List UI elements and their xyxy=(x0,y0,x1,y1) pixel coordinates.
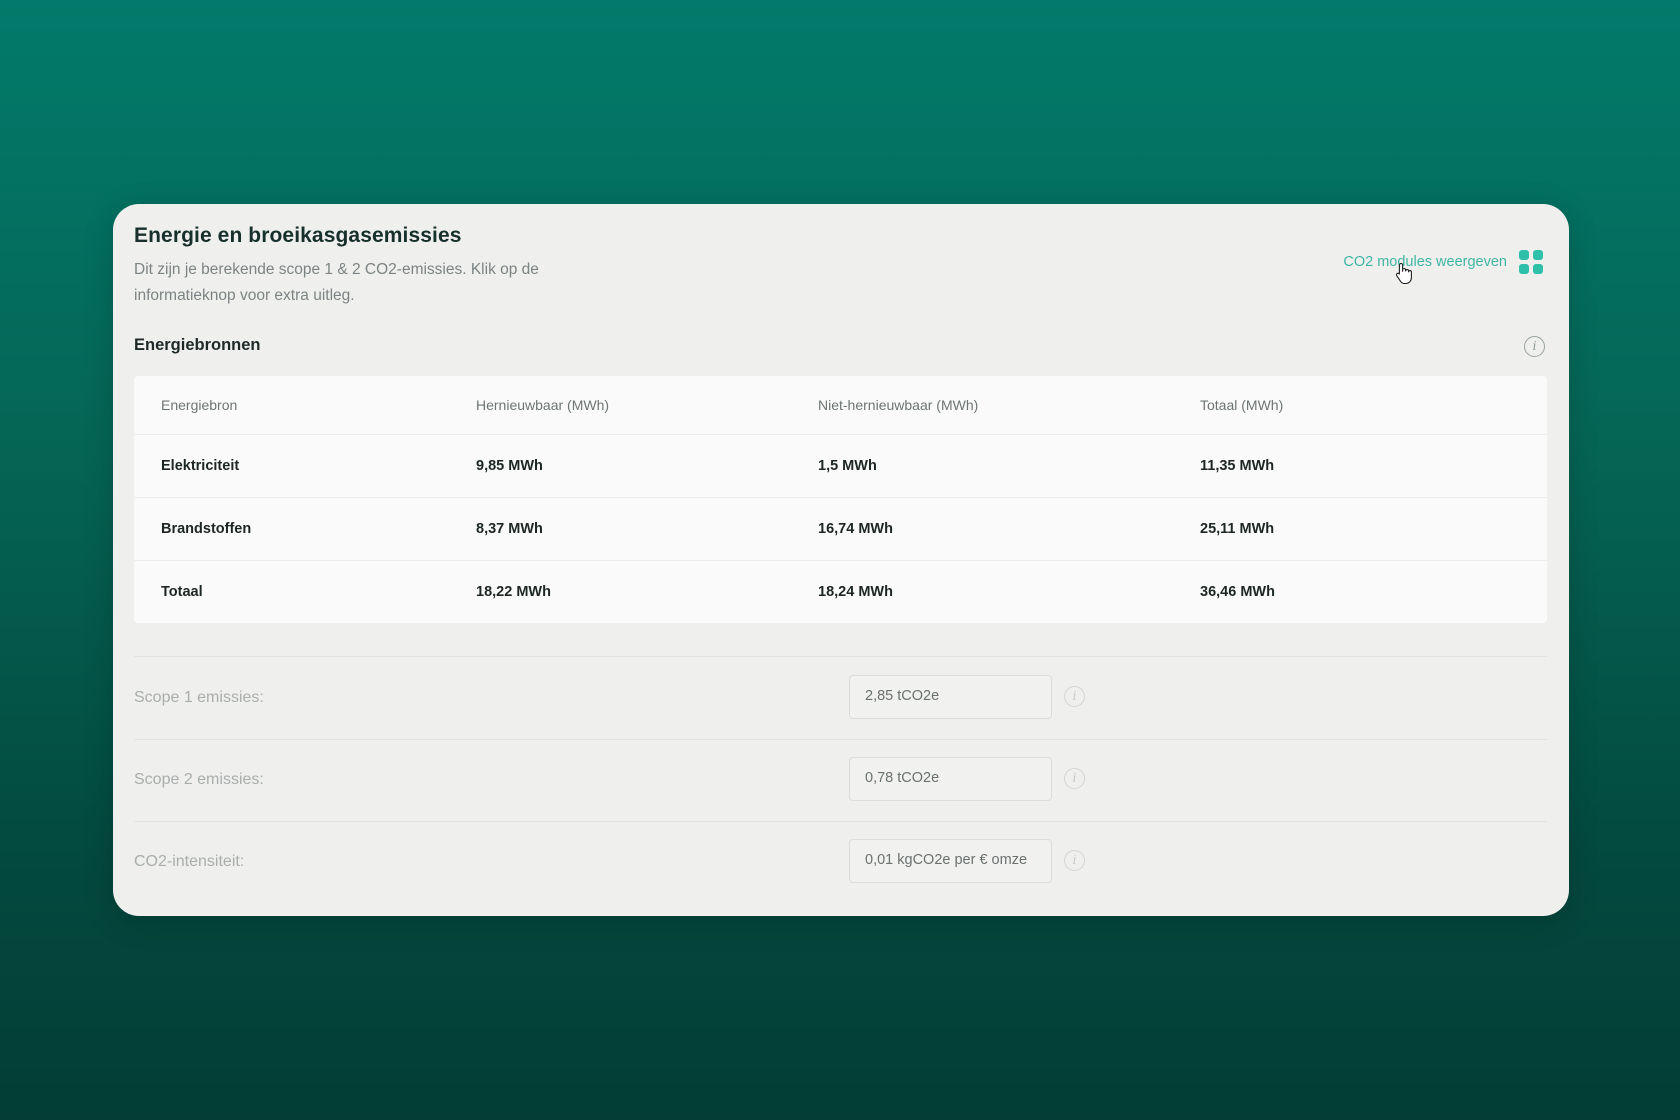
scope-2-label: Scope 2 emissies: xyxy=(134,771,264,788)
co2-modules-button[interactable]: CO2 modules weergeven xyxy=(1343,250,1543,274)
divider xyxy=(134,656,1547,657)
table-cell: 18,22 MWh xyxy=(476,584,551,600)
table-cell: 36,46 MWh xyxy=(1200,584,1275,600)
info-icon[interactable]: i xyxy=(1524,336,1545,357)
table-row: Elektriciteit 9,85 MWh 1,5 MWh 11,35 MWh xyxy=(134,435,1547,498)
table-row: Totaal 18,22 MWh 18,24 MWh 36,46 MWh xyxy=(134,561,1547,623)
table-cell: 11,35 MWh xyxy=(1200,458,1275,474)
co2-modules-label: CO2 modules weergeven xyxy=(1343,254,1507,270)
grid-icon xyxy=(1519,250,1543,274)
table-header-row: Energiebron Hernieuwbaar (MWh) Niet-hern… xyxy=(134,376,1547,435)
table-cell: 9,85 MWh xyxy=(476,458,543,474)
column-header: Totaal (MWh) xyxy=(1200,397,1284,413)
section-title-energy-sources: Energiebronnen xyxy=(134,336,261,354)
table-cell: 1,5 MWh xyxy=(818,458,877,474)
scope-1-value-field[interactable]: 2,85 tCO2e xyxy=(849,675,1052,719)
table-cell: 8,37 MWh xyxy=(476,521,543,537)
table-row: Brandstoffen 8,37 MWh 16,74 MWh 25,11 MW… xyxy=(134,498,1547,561)
card-title: Energie en broeikasgasemissies xyxy=(134,224,462,247)
column-header: Energiebron xyxy=(161,397,238,413)
table-cell: 18,24 MWh xyxy=(818,584,893,600)
table-cell: 16,74 MWh xyxy=(818,521,893,537)
info-icon[interactable]: i xyxy=(1064,850,1085,871)
table-cell: Elektriciteit xyxy=(161,458,240,474)
divider xyxy=(134,821,1547,822)
scope-2-value-field[interactable]: 0,78 tCO2e xyxy=(849,757,1052,801)
table-cell: Totaal xyxy=(161,584,203,600)
info-icon[interactable]: i xyxy=(1064,686,1085,707)
co2-intensity-label: CO2-intensiteit: xyxy=(134,853,245,870)
column-header: Niet-hernieuwbaar (MWh) xyxy=(818,397,979,413)
info-icon[interactable]: i xyxy=(1064,768,1085,789)
scope-1-label: Scope 1 emissies: xyxy=(134,689,264,706)
energy-emissions-card: Energie en broeikasgasemissies Dit zijn … xyxy=(113,204,1569,916)
card-subtitle: Dit zijn je berekende scope 1 & 2 CO2-em… xyxy=(134,261,539,304)
column-header: Hernieuwbaar (MWh) xyxy=(476,397,610,413)
table-cell: Brandstoffen xyxy=(161,521,252,537)
table-cell: 25,11 MWh xyxy=(1200,521,1275,537)
hand-pointer-icon xyxy=(1395,262,1412,284)
energy-sources-table: Energiebron Hernieuwbaar (MWh) Niet-hern… xyxy=(134,376,1547,623)
divider xyxy=(134,739,1547,740)
co2-intensity-value-field[interactable]: 0,01 kgCO2e per € omze xyxy=(849,839,1052,883)
